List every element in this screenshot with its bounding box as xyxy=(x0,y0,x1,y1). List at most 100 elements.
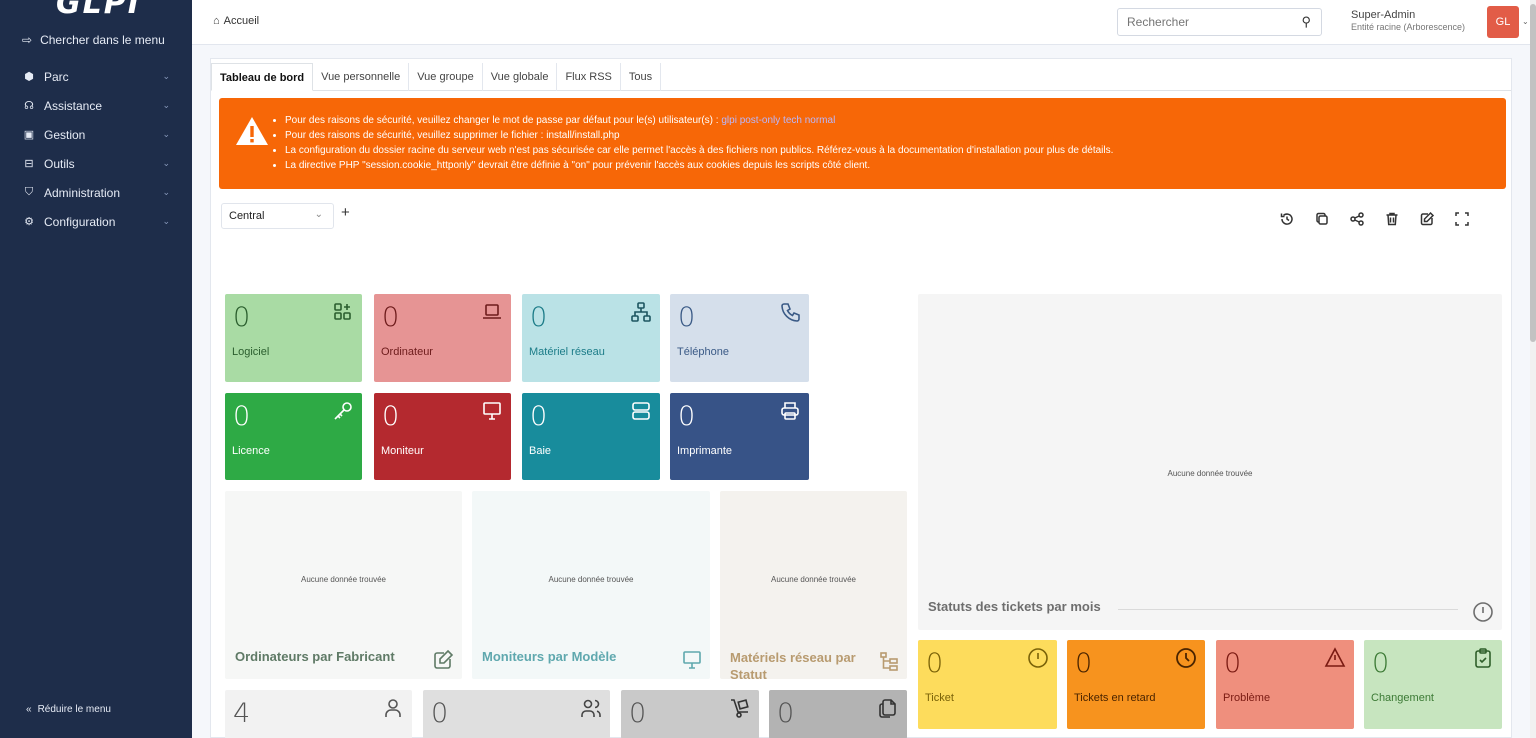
global-search: ⚲ xyxy=(1117,8,1322,36)
headset-icon: ☊ xyxy=(24,100,34,112)
security-alert: Pour des raisons de sécurité, veuillez c… xyxy=(219,98,1506,189)
chevron-down-icon: ⌄ xyxy=(162,187,170,197)
home-icon: ⌂ xyxy=(213,15,220,27)
card-ticket[interactable]: 0 Ticket xyxy=(918,640,1057,729)
card-value: 0 xyxy=(382,401,400,432)
card-baie[interactable]: 0 Baie xyxy=(522,393,660,480)
card-value: 0 xyxy=(530,302,548,333)
dolly-icon xyxy=(731,699,749,718)
add-dashboard-button[interactable]: + xyxy=(341,204,350,221)
empty-message: Aucune donnée trouvée xyxy=(771,575,856,584)
widget-title: Matériels réseau par Statut xyxy=(730,650,856,682)
card-label: Matériel réseau xyxy=(529,346,605,358)
card-probleme[interactable]: 0 Problème xyxy=(1216,640,1354,729)
avatar[interactable]: GL xyxy=(1487,6,1519,38)
settings-icon: ⚙ xyxy=(24,216,34,228)
card-imprimante[interactable]: 0 Imprimante xyxy=(670,393,809,480)
phone-icon xyxy=(781,303,800,322)
history-icon[interactable] xyxy=(1279,211,1295,227)
widget-title: Moniteurs par Modèle xyxy=(482,649,617,664)
alert-line: Pour des raisons de sécurité, veuillez c… xyxy=(285,113,1113,128)
card-value: 0 xyxy=(629,698,647,729)
warning-icon xyxy=(1324,647,1346,667)
card-licence[interactable]: 0 Licence xyxy=(225,393,362,480)
search-input[interactable] xyxy=(1118,9,1288,35)
alert-circle-icon xyxy=(1028,648,1048,668)
apps-icon xyxy=(334,303,351,320)
collapse-menu-button[interactable]: « Réduire le menu xyxy=(26,704,111,715)
search-icon[interactable]: ⚲ xyxy=(1301,14,1311,30)
dashboard-select[interactable]: Central ⌄ xyxy=(221,203,334,229)
chevron-down-icon[interactable]: ⌄ xyxy=(1522,17,1529,26)
trash-icon[interactable] xyxy=(1384,211,1400,227)
tab-flux-rss[interactable]: Flux RSS xyxy=(557,63,621,91)
page-scrollbar[interactable] xyxy=(1530,0,1536,738)
wallet-icon: ▣ xyxy=(23,129,35,141)
empty-message: Aucune donnée trouvée xyxy=(548,575,634,584)
tab-bar: Tableau de bord Vue personnelle Vue grou… xyxy=(211,63,1511,91)
sidebar-item-gestion[interactable]: ▣ Gestion ⌄ xyxy=(0,120,192,149)
briefcase-icon: ⊟ xyxy=(24,158,34,170)
tab-tous[interactable]: Tous xyxy=(621,63,662,91)
card-ordinateur[interactable]: 0 Ordinateur xyxy=(374,294,511,382)
monitor-icon xyxy=(683,651,701,669)
card-materiel-reseau[interactable]: 0 Matériel réseau xyxy=(522,294,660,382)
tab-vue-globale[interactable]: Vue globale xyxy=(483,63,558,91)
sidebar-menu: ⬢ Parc ⌄ ☊ Assistance ⌄ ▣ Gestion ⌄ ⊟ Ou… xyxy=(0,62,192,236)
sidebar-item-parc[interactable]: ⬢ Parc ⌄ xyxy=(0,62,192,91)
menu-search-link[interactable]: ⇨ Chercher dans le menu xyxy=(22,33,165,47)
card-fournisseurs[interactable]: 0 xyxy=(621,690,759,738)
sidebar-item-assistance[interactable]: ☊ Assistance ⌄ xyxy=(0,91,192,120)
top-header: ⌂ Accueil ⚲ Super-Admin Entité racine (A… xyxy=(192,0,1536,45)
sidebar-item-outils[interactable]: ⊟ Outils ⌄ xyxy=(0,149,192,178)
sidebar-item-administration[interactable]: ⛉ Administration ⌄ xyxy=(0,178,192,207)
users-icon xyxy=(581,699,601,717)
widget-ordinateurs-par-fabricant[interactable]: Aucune donnée trouvée Ordinateurs par Fa… xyxy=(225,491,462,679)
card-value: 4 xyxy=(233,698,251,729)
card-label: Changement xyxy=(1371,692,1434,704)
alert-circle-icon xyxy=(1473,602,1493,622)
card-telephone[interactable]: 0 Téléphone xyxy=(670,294,809,382)
widget-statuts-tickets-par-mois[interactable]: Aucune donnée trouvée Statuts des ticket… xyxy=(918,294,1502,630)
scrollbar-thumb[interactable] xyxy=(1530,4,1536,342)
copy-icon[interactable] xyxy=(1314,211,1330,227)
tab-vue-personnelle[interactable]: Vue personnelle xyxy=(313,63,410,91)
collapse-menu-label: Réduire le menu xyxy=(37,704,111,715)
card-documents[interactable]: 0 xyxy=(769,690,907,738)
widget-moniteurs-par-modele[interactable]: Aucune donnée trouvée Moniteurs par Modè… xyxy=(472,491,710,679)
key-icon xyxy=(334,402,352,420)
card-label: Moniteur xyxy=(381,445,424,457)
clock-icon xyxy=(1176,648,1196,668)
card-groupes[interactable]: 0 xyxy=(423,690,610,738)
tab-tableau-de-bord[interactable]: Tableau de bord xyxy=(211,63,314,91)
card-changement[interactable]: 0 Changement xyxy=(1364,640,1502,729)
tab-vue-groupe[interactable]: Vue groupe xyxy=(409,63,483,91)
dashboard-select-value: Central xyxy=(229,210,265,222)
double-chevron-left-icon: « xyxy=(26,704,32,715)
card-value: 0 xyxy=(382,302,400,333)
card-utilisateurs[interactable]: 4 xyxy=(225,690,412,738)
chevron-down-icon: ⌄ xyxy=(162,100,170,110)
breadcrumb[interactable]: ⌂ Accueil xyxy=(213,15,259,27)
card-moniteur[interactable]: 0 Moniteur xyxy=(374,393,511,480)
card-label: Baie xyxy=(529,445,552,457)
card-label: Logiciel xyxy=(232,346,270,358)
sidebar-item-label: Parc xyxy=(44,69,69,84)
share-icon[interactable] xyxy=(1349,211,1365,227)
fullscreen-icon[interactable] xyxy=(1454,211,1470,227)
central-panel: Tableau de bord Vue personnelle Vue grou… xyxy=(210,58,1512,738)
alert-users-link[interactable]: glpi post-only tech normal xyxy=(721,115,835,126)
divider xyxy=(1118,609,1458,610)
menu-search-label: Chercher dans le menu xyxy=(40,33,165,47)
glpi-logo[interactable]: GLPI xyxy=(56,0,141,21)
card-tickets-en-retard[interactable]: 0 Tickets en retard xyxy=(1067,640,1205,729)
cube-icon: ⬢ xyxy=(24,71,34,83)
user-info[interactable]: Super-Admin Entité racine (Arborescence) xyxy=(1351,9,1465,33)
widget-materiels-reseau-par-statut[interactable]: Aucune donnée trouvée Matériels réseau p… xyxy=(720,491,907,682)
clipboard-check-icon xyxy=(1475,648,1491,668)
card-logiciel[interactable]: 0 Logiciel xyxy=(225,294,362,382)
edit-icon[interactable] xyxy=(1419,211,1435,227)
sidebar-item-label: Configuration xyxy=(44,214,116,229)
sidebar-item-configuration[interactable]: ⚙ Configuration ⌄ xyxy=(0,207,192,236)
edit-icon xyxy=(434,649,454,669)
